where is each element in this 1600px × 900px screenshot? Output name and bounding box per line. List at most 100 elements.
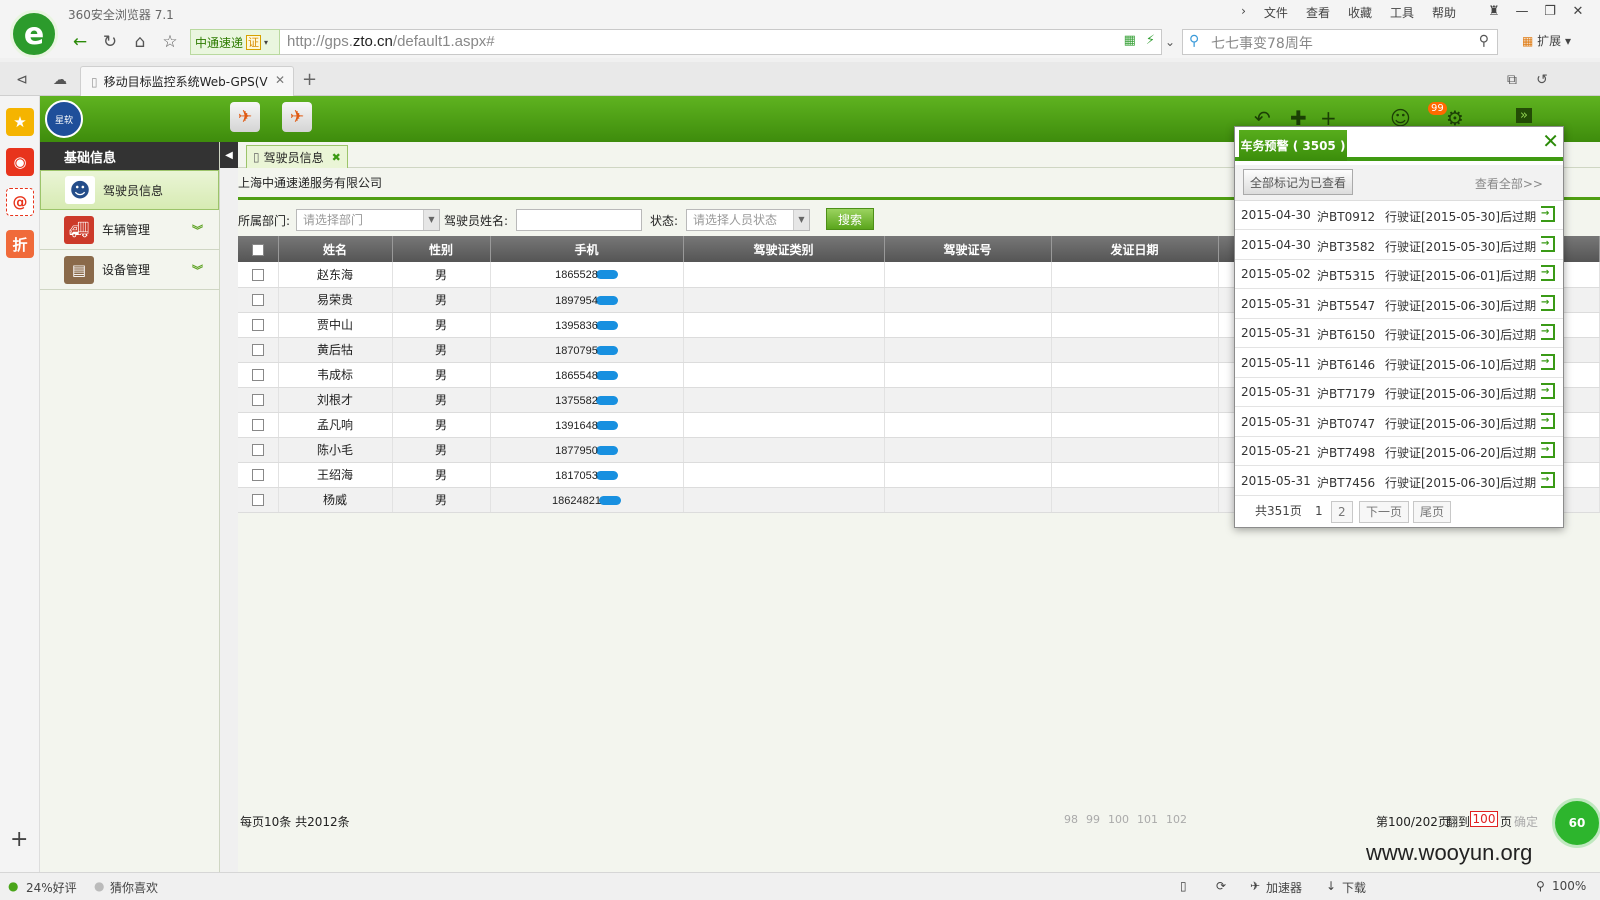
col-gender[interactable]: 性别 bbox=[392, 236, 491, 262]
alert-page-1[interactable]: 1 bbox=[1315, 501, 1323, 523]
row-checkbox[interactable] bbox=[251, 394, 264, 406]
download-label[interactable]: 下载 bbox=[1342, 879, 1366, 896]
alert-item[interactable]: 2015-05-31 沪BT0747 行驶证[2015-06-30]后过期 → bbox=[1235, 408, 1563, 437]
close-window-icon[interactable]: ✕ bbox=[1566, 2, 1590, 20]
mail-icon[interactable]: @ bbox=[6, 188, 34, 216]
col-license-type[interactable]: 驾驶证类别 bbox=[683, 236, 885, 262]
row-checkbox[interactable] bbox=[251, 494, 264, 506]
alert-item[interactable]: 2015-05-31 沪BT5547 行驶证[2015-06-30]后过期 → bbox=[1235, 290, 1563, 319]
map-route-icon[interactable]: ✈ bbox=[282, 102, 312, 132]
alert-item[interactable]: 2015-05-31 沪BT7179 行驶证[2015-06-30]后过期 → bbox=[1235, 378, 1563, 407]
alert-page-2[interactable]: 2 bbox=[1331, 501, 1353, 523]
goto-arrow-icon[interactable]: → bbox=[1541, 324, 1555, 340]
search-box[interactable]: ⚲ 七七事变78周年 ⚲ bbox=[1182, 29, 1498, 55]
lightning-icon[interactable]: ⚡ bbox=[1146, 33, 1155, 48]
goto-arrow-icon[interactable]: → bbox=[1541, 235, 1555, 252]
menu-view[interactable]: 查看 bbox=[1302, 4, 1334, 21]
row-checkbox[interactable] bbox=[251, 294, 264, 306]
page-link[interactable]: 102 bbox=[1166, 813, 1187, 826]
alert-last-button[interactable]: 尾页 bbox=[1413, 501, 1452, 523]
row-checkbox[interactable] bbox=[251, 469, 264, 481]
row-checkbox[interactable] bbox=[251, 444, 264, 456]
qr-code-icon[interactable]: ▦ bbox=[1124, 33, 1136, 48]
goto-arrow-icon[interactable]: → bbox=[1541, 442, 1555, 458]
guess-you-like[interactable]: 猜你喜欢 bbox=[110, 879, 158, 896]
chevron-down-icon[interactable]: ︾ bbox=[192, 262, 203, 278]
back-icon[interactable]: ← bbox=[68, 30, 92, 54]
extensions-button[interactable]: ▦ 扩展 ▾ bbox=[1522, 32, 1571, 49]
select-all-checkbox[interactable] bbox=[251, 243, 264, 256]
download-icon[interactable]: ↓ bbox=[1326, 879, 1336, 893]
tab-close-icon[interactable]: ✖ bbox=[332, 151, 341, 164]
mobile-icon[interactable]: ▯ bbox=[1180, 879, 1187, 893]
search-button[interactable]: 搜索 bbox=[826, 208, 874, 230]
goto-arrow-icon[interactable]: → bbox=[1541, 294, 1555, 311]
search-engine-icon[interactable]: ⚲ bbox=[1189, 33, 1199, 49]
row-checkbox[interactable] bbox=[251, 369, 264, 381]
speed-orb[interactable]: 60 bbox=[1552, 798, 1600, 848]
goto-confirm-button[interactable]: 确定 bbox=[1514, 813, 1538, 830]
page-link[interactable]: 101 bbox=[1137, 813, 1158, 826]
menu-tools[interactable]: 工具 bbox=[1386, 4, 1418, 21]
page-link[interactable]: 99 bbox=[1086, 813, 1100, 826]
goto-page-input[interactable]: 100 bbox=[1470, 811, 1498, 827]
col-name[interactable]: 姓名 bbox=[278, 236, 393, 262]
sidebar-item-driver-info[interactable]: ☻ 驾驶员信息 bbox=[40, 170, 219, 210]
page-link[interactable]: 98 bbox=[1064, 813, 1078, 826]
browser-tab[interactable]: ▯ 移动目标监控系统Web-GPS(V ✕ bbox=[80, 66, 294, 96]
sidebar-item-device[interactable]: ▤ 设备管理 ︾ bbox=[40, 250, 219, 290]
page-link[interactable]: 100 bbox=[1108, 813, 1129, 826]
refresh-circle-icon[interactable]: ⟳ bbox=[1216, 879, 1226, 893]
col-phone[interactable]: 手机 bbox=[490, 236, 684, 262]
tab-close-icon[interactable]: ✕ bbox=[275, 73, 285, 87]
refresh-icon[interactable]: ↻ bbox=[98, 30, 122, 54]
alert-next-button[interactable]: 下一页 bbox=[1359, 501, 1410, 523]
weibo-icon[interactable]: ◉ bbox=[6, 148, 34, 176]
url-text[interactable]: http://gps.zto.cn/default1.aspx# bbox=[287, 33, 495, 50]
expand-panel-icon[interactable]: » bbox=[1516, 108, 1532, 123]
goto-arrow-icon[interactable]: → bbox=[1541, 206, 1555, 222]
dept-select[interactable]: 请选择部门 ▼ bbox=[296, 209, 440, 231]
home-icon[interactable]: ⌂ bbox=[128, 30, 152, 54]
add-sidebar-icon[interactable]: + bbox=[10, 827, 28, 852]
address-dropdown-icon[interactable]: ⌄ bbox=[1158, 30, 1182, 54]
menu-help[interactable]: 帮助 bbox=[1428, 4, 1460, 21]
driver-name-input[interactable] bbox=[516, 209, 642, 231]
undo-close-icon[interactable]: ↺ bbox=[1530, 68, 1554, 92]
tab-driver-info[interactable]: ▯ 驾驶员信息 ✖ bbox=[246, 145, 348, 168]
restore-tabs-icon[interactable]: ⧉ bbox=[1500, 68, 1524, 92]
map-tool-icon[interactable]: ✈ bbox=[230, 102, 260, 132]
search-icon[interactable]: ⚲ bbox=[1479, 33, 1489, 49]
accelerator-icon[interactable]: ✈ bbox=[1250, 879, 1260, 893]
address-bar[interactable]: 中通速递 证 ▾ http://gps.zto.cn/default1.aspx… bbox=[190, 29, 1162, 55]
skin-icon[interactable]: ♜ bbox=[1482, 2, 1506, 20]
goto-arrow-icon[interactable]: → bbox=[1541, 412, 1555, 429]
view-all-link[interactable]: 查看全部>> bbox=[1475, 175, 1543, 192]
goto-arrow-icon[interactable]: → bbox=[1541, 471, 1555, 488]
close-icon[interactable]: ✕ bbox=[1542, 129, 1559, 153]
col-license-no[interactable]: 驾驶证号 bbox=[884, 236, 1052, 262]
sidebar-item-vehicle[interactable]: 🚚︎ 车辆管理 ︾ bbox=[40, 210, 219, 250]
row-checkbox[interactable] bbox=[251, 268, 264, 281]
alert-item[interactable]: 2015-04-30 沪BT0912 行驶证[2015-05-30]后过期 → bbox=[1235, 201, 1563, 230]
maximize-icon[interactable]: ❐ bbox=[1538, 2, 1562, 20]
site-identity-badge[interactable]: 中通速递 证 ▾ bbox=[190, 29, 280, 55]
rating-text[interactable]: 24%好评 bbox=[26, 879, 77, 896]
alert-item[interactable]: 2015-05-31 沪BT6150 行驶证[2015-06-30]后过期 → bbox=[1235, 319, 1563, 348]
mark-all-read-button[interactable]: 全部标记为已查看 bbox=[1243, 169, 1354, 195]
menu-file[interactable]: 文件 bbox=[1260, 4, 1292, 21]
alert-item[interactable]: 2015-05-02 沪BT5315 行驶证[2015-06-01]后过期 → bbox=[1235, 260, 1563, 289]
alert-item[interactable]: 2015-05-11 沪BT6146 行驶证[2015-06-10]后过期 → bbox=[1235, 349, 1563, 378]
menu-expand-icon[interactable]: › bbox=[1237, 4, 1250, 21]
discount-icon[interactable]: 折 bbox=[6, 230, 34, 258]
new-tab-icon[interactable]: + bbox=[302, 69, 317, 90]
goto-arrow-icon[interactable]: → bbox=[1541, 383, 1555, 399]
goto-arrow-icon[interactable]: → bbox=[1541, 265, 1555, 281]
status-select[interactable]: 请选择人员状态 ▼ bbox=[686, 209, 810, 231]
goto-arrow-icon[interactable]: → bbox=[1541, 353, 1555, 370]
collapse-sidebar-button[interactable]: ◀ bbox=[220, 142, 238, 168]
col-issue-date[interactable]: 发证日期 bbox=[1051, 236, 1219, 262]
alert-item[interactable]: 2015-05-31 沪BT7456 行驶证[2015-06-30]后过期 → bbox=[1235, 467, 1563, 496]
favorites-star-icon[interactable]: ★ bbox=[6, 108, 34, 136]
alert-item[interactable]: 2015-05-21 沪BT7498 行驶证[2015-06-20]后过期 → bbox=[1235, 437, 1563, 466]
